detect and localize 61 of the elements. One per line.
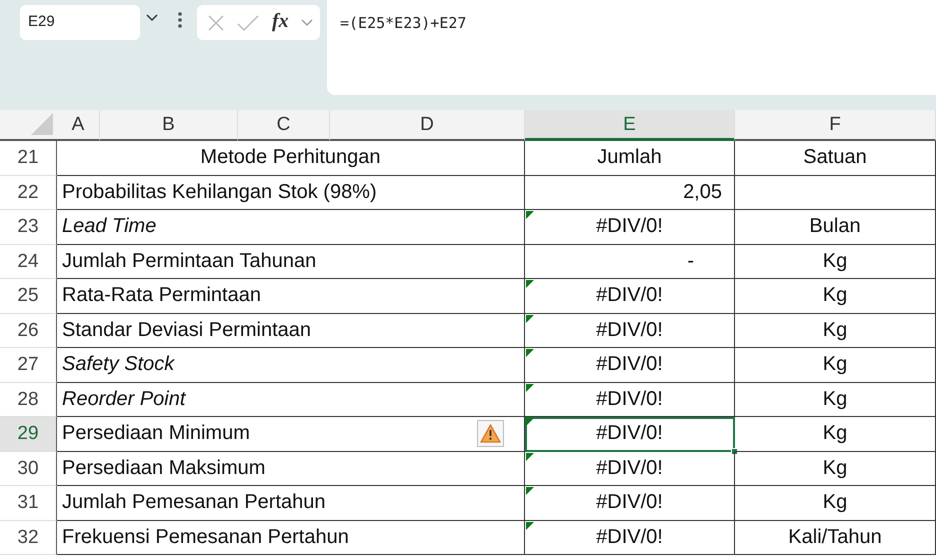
table-cell: #DIV/0!	[525, 314, 735, 348]
row-header[interactable]: 32	[0, 520, 57, 555]
table-cell: #DIV/0!	[525, 348, 735, 382]
table-cell: #DIV/0!	[525, 382, 735, 417]
column-header[interactable]: A	[57, 110, 100, 141]
table-cell: Bulan	[735, 210, 936, 244]
column-header[interactable]: E	[525, 110, 735, 141]
table-cell: #DIV/0!	[525, 279, 735, 314]
table-cell-text: Jumlah Pemesanan Pertahun	[62, 490, 326, 516]
check-icon[interactable]	[237, 14, 259, 32]
column-header[interactable]: D	[330, 110, 525, 141]
table-cell: Kg	[735, 486, 936, 520]
chevron-down-icon[interactable]	[146, 14, 158, 22]
row-header[interactable]: 26	[0, 314, 57, 348]
formula-text: =(E25*E23)+E27	[340, 13, 466, 34]
name-box[interactable]: E29	[20, 5, 140, 40]
row-header[interactable]: 30	[0, 452, 57, 486]
table-cell: #DIV/0!	[525, 520, 735, 555]
row-header[interactable]: 25	[0, 279, 57, 314]
row-header[interactable]: 22	[0, 176, 57, 210]
table-cell: Kg	[735, 417, 936, 452]
column-header[interactable]: F	[735, 110, 936, 141]
formula-field[interactable]: =(E25*E23)+E27	[327, 0, 936, 95]
row-header[interactable]: 23	[0, 210, 57, 244]
row-header[interactable]: 31	[0, 486, 57, 520]
insert-function-button[interactable]: fx	[272, 8, 289, 34]
table-cell: 2,05	[525, 176, 735, 210]
table-cell: #DIV/0!	[525, 486, 735, 520]
table-cell: Jumlah	[525, 141, 735, 176]
row-header[interactable]: 21	[0, 141, 57, 176]
table-cell: Kg	[735, 279, 936, 314]
table-cell: Satuan	[735, 141, 936, 176]
table-cell: #DIV/0!	[525, 452, 735, 486]
table-cell-text: Rata-Rata Permintaan	[62, 283, 261, 308]
column-header[interactable]: B	[100, 110, 238, 141]
row-header[interactable]: 29	[0, 417, 57, 452]
row-header[interactable]: 24	[0, 244, 57, 279]
table-cell-text: Safety Stock	[62, 352, 174, 378]
table-cell: Kg	[735, 452, 936, 486]
row-header[interactable]: 27	[0, 348, 57, 382]
table-cell: #DIV/0!	[525, 210, 735, 244]
table-cell: Kg	[735, 314, 936, 348]
table-cell: Kg	[735, 382, 936, 417]
warning-icon[interactable]	[477, 420, 504, 448]
more-options-icon[interactable]	[178, 11, 182, 29]
table-cell-text: Lead Time	[62, 214, 156, 240]
table-cell: -	[525, 244, 735, 279]
table-cell: #DIV/0!	[525, 417, 735, 452]
table-cell-text: Reorder Point	[62, 386, 186, 412]
table-cell-text: Jumlah Permintaan Tahunan	[62, 248, 316, 274]
column-header[interactable]: C	[238, 110, 330, 141]
table-cell: Kg	[735, 348, 936, 382]
table-cell: Kali/Tahun	[735, 520, 936, 555]
table-cell-text: Persediaan Minimum	[62, 421, 250, 446]
table-cell: Kg	[735, 244, 936, 279]
fill-handle[interactable]	[731, 448, 738, 454]
table-cell-text: Frekuensi Pemesanan Pertahun	[62, 524, 349, 550]
table-cell-text: Probabilitas Kehilangan Stok (98%)	[62, 180, 377, 205]
table-cell-text: Persediaan Maksimum	[62, 456, 266, 481]
table-cell-text: Standar Deviasi Permintaan	[62, 318, 312, 343]
table-cell-text: Metode Perhitungan	[200, 145, 381, 170]
